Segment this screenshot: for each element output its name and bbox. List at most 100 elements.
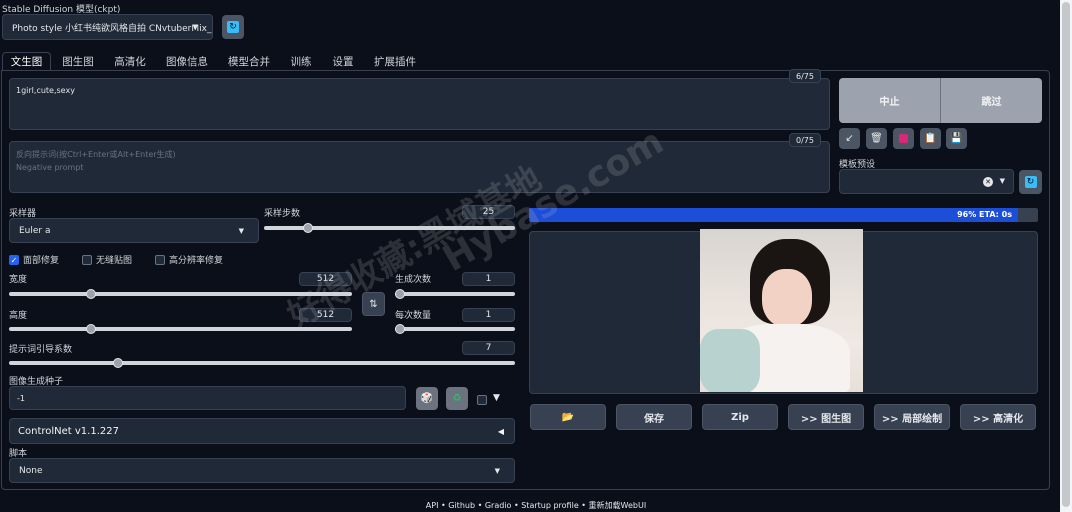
refresh-checkpoint-button[interactable]: ↻ (222, 15, 244, 39)
batch-count-input[interactable]: 1 (462, 272, 515, 286)
extra-networks-icon (899, 134, 908, 143)
cfg-slider[interactable] (9, 358, 515, 368)
recycle-icon: ♻ (452, 393, 462, 404)
sampler-value: Euler a (19, 225, 51, 236)
height-slider-thumb[interactable] (85, 324, 96, 334)
extra-networks-button[interactable] (893, 128, 914, 149)
script-value: None (19, 465, 43, 476)
progress-text: 96% ETA: 0s (957, 210, 1012, 219)
send-to-img2img-button[interactable]: >> 图生图 (788, 404, 864, 430)
reuse-seed-button[interactable]: ♻ (446, 387, 468, 410)
height-label: 高度 (9, 311, 28, 321)
tab-train[interactable]: 训练 (284, 52, 318, 70)
clear-prompt-button[interactable]: 🗑 (866, 128, 887, 149)
scrollbar[interactable] (1060, 0, 1072, 512)
progress-bar: 96% ETA: 0s (529, 208, 1038, 222)
checkpoint-select[interactable]: Photo style 小红书纯欲风格自拍 CNvtuberMix_ ▼ (2, 14, 213, 40)
apply-style-button[interactable]: 📋 (920, 128, 941, 149)
prompt-text: 1girl,cute,sexy (16, 86, 75, 95)
generated-image[interactable] (700, 229, 863, 392)
width-label: 宽度 (9, 275, 28, 285)
interrupt-button[interactable]: 中止 (839, 78, 941, 123)
image-face (762, 269, 812, 327)
check-icon: ✓ (9, 254, 19, 265)
negative-prompt-input[interactable]: 反向提示词(按Ctrl+Enter或Alt+Enter生成) Negative … (9, 141, 830, 193)
cfg-input[interactable]: 7 (462, 341, 515, 355)
scrollbar-thumb[interactable] (1062, 2, 1070, 507)
styles-select[interactable]: ✕ ▼ (839, 169, 1014, 194)
read-params-button[interactable]: ↙ (839, 128, 860, 149)
chevron-down-icon: ▼ (999, 177, 1005, 185)
controlnet-label: ControlNet v1.1.227 (18, 425, 119, 437)
arrow-icon: ↙ (845, 133, 854, 144)
tab-png-info[interactable]: 图像信息 (160, 52, 214, 70)
tiling-label: 无缝贴图 (96, 256, 133, 266)
batch-count-slider-thumb[interactable] (395, 289, 405, 299)
batch-size-input[interactable]: 1 (462, 308, 515, 322)
refresh-icon: ↻ (1024, 176, 1037, 188)
zip-button[interactable]: Zip (702, 404, 778, 430)
sampler-select[interactable]: Euler a ▼ (9, 218, 259, 243)
save-style-button[interactable]: 💾 (946, 128, 967, 149)
clipboard-icon: 📋 (924, 133, 937, 144)
refresh-icon: ↻ (227, 21, 239, 33)
height-slider[interactable] (9, 324, 352, 334)
send-to-extras-button[interactable]: >> 高清化 (960, 404, 1036, 430)
prompt-input[interactable]: 1girl,cute,sexy (9, 78, 830, 130)
tiling-checkbox[interactable]: 无缝贴图 (82, 253, 132, 266)
checkpoint-value: Photo style 小红书纯欲风格自拍 CNvtuberMix_ (12, 23, 212, 34)
batch-size-label: 每次数量 (395, 311, 432, 321)
tab-img2img[interactable]: 图生图 (56, 52, 100, 70)
negative-token-counter: 0/75 (789, 133, 821, 147)
width-slider[interactable] (9, 289, 352, 299)
chevron-down-icon: ▼ (494, 466, 500, 475)
tab-extensions[interactable]: 扩展插件 (368, 52, 422, 70)
trash-icon: 🗑 (870, 133, 883, 144)
tab-settings[interactable]: 设置 (326, 52, 360, 70)
batch-count-label: 生成次数 (395, 275, 432, 285)
width-input[interactable]: 512 (299, 272, 352, 286)
batch-count-slider[interactable] (395, 289, 515, 299)
floppy-icon: 💾 (950, 133, 963, 144)
swap-dimensions-button[interactable]: ⇅ (362, 292, 385, 316)
hires-fix-label: 高分辨率修复 (169, 256, 224, 266)
checkbox-box (155, 254, 165, 265)
chevron-down-icon: ▼ (192, 23, 198, 31)
clear-icon[interactable]: ✕ (983, 177, 993, 187)
generate-actions: 中止 跳过 (839, 78, 1042, 123)
image-shirt (700, 329, 760, 392)
steps-slider-thumb[interactable] (302, 223, 313, 233)
batch-size-slider-thumb[interactable] (395, 324, 405, 334)
progress-fill (529, 208, 1018, 222)
output-gallery (529, 229, 1038, 394)
open-folder-button[interactable]: 📂 (530, 404, 606, 430)
script-select[interactable]: None ▼ (9, 458, 515, 483)
checkbox-box (82, 254, 92, 265)
save-button[interactable]: 保存 (616, 404, 692, 430)
hires-fix-checkbox[interactable]: 高分辨率修复 (155, 253, 223, 266)
steps-label: 采样步数 (264, 209, 301, 219)
seed-value: -1 (17, 393, 25, 403)
seed-input[interactable]: -1 (9, 386, 406, 410)
footer-links[interactable]: API • Github • Gradio • Startup profile … (0, 500, 1072, 511)
width-slider-thumb[interactable] (85, 289, 96, 299)
tab-extras[interactable]: 高清化 (108, 52, 152, 70)
height-input[interactable]: 512 (299, 308, 352, 322)
controlnet-accordion[interactable]: ControlNet v1.1.227 ◀ (9, 418, 515, 444)
restore-faces-label: 面部修复 (23, 256, 60, 266)
random-seed-button[interactable]: 🎲 (416, 387, 438, 410)
steps-slider[interactable] (264, 223, 515, 233)
send-to-inpaint-button[interactable]: >> 局部绘制 (874, 404, 950, 430)
extra-seed-checkbox[interactable] (477, 395, 487, 405)
batch-size-slider[interactable] (395, 324, 515, 334)
skip-button[interactable]: 跳过 (941, 78, 1042, 123)
chevron-down-icon: ▼ (238, 226, 244, 235)
refresh-styles-button[interactable]: ↻ (1019, 170, 1042, 194)
restore-faces-checkbox[interactable]: ✓ 面部修复 (9, 253, 59, 266)
cfg-label: 提示词引导系数 (9, 345, 73, 355)
tab-merge[interactable]: 模型合并 (222, 52, 276, 70)
tab-txt2img[interactable]: 文生图 (2, 52, 51, 70)
prompt-token-counter: 6/75 (789, 69, 821, 83)
steps-input[interactable]: 25 (462, 205, 515, 219)
expand-seed-icon[interactable]: ▼ (493, 393, 500, 403)
